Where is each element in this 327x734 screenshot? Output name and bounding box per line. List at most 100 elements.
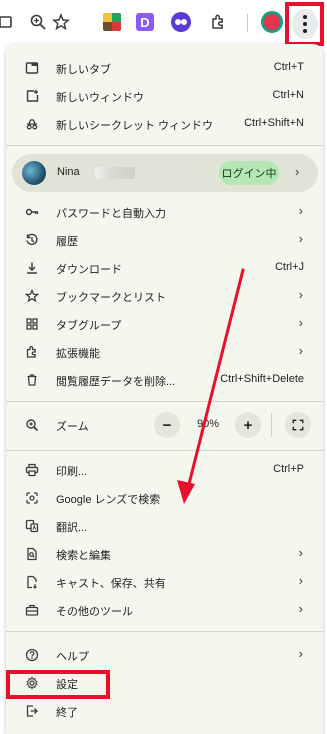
chevron-right-icon: › — [295, 164, 300, 179]
menu-item-downloads[interactable]: ダウンロード Ctrl+J — [6, 256, 323, 280]
zoom-out-button[interactable]: − — [154, 412, 180, 438]
find-doc-icon — [24, 546, 40, 562]
menu-item-clear-data[interactable]: 閲覧履歴データを削除... Ctrl+Shift+Delete — [6, 368, 323, 392]
zoom-row: ズーム − 90% + — [6, 409, 323, 441]
menu-item-incognito[interactable]: 新しいシークレット ウィンドウ Ctrl+Shift+N — [6, 112, 323, 136]
chevron-right-icon: › — [298, 646, 303, 661]
chevron-right-icon: › — [298, 601, 303, 616]
history-label: 履歴 — [56, 236, 78, 248]
menu-item-lens[interactable]: Google レンズで検索 — [6, 486, 323, 510]
download-icon — [24, 260, 40, 276]
incognito-icon — [24, 116, 40, 132]
profile-row[interactable]: Nina ログイン中 › — [12, 154, 318, 192]
menu-item-new-window[interactable]: 新しいウィンドウ Ctrl+N — [6, 84, 323, 108]
menu-item-new-tab[interactable]: 新しいタブ Ctrl+T — [6, 56, 323, 80]
downloads-label: ダウンロード — [56, 264, 122, 276]
extensions-label: 拡張機能 — [56, 348, 100, 360]
print-icon — [24, 462, 40, 478]
profile-icon[interactable] — [261, 11, 283, 33]
menu-item-bookmarks[interactable]: ブックマークとリスト › — [6, 284, 323, 308]
clear-data-label: 閲覧履歴データを削除... — [56, 376, 176, 388]
toolbox-icon — [24, 602, 40, 618]
chevron-right-icon: › — [298, 203, 303, 218]
grid-icon — [24, 316, 40, 332]
lens-label: Google レンズで検索 — [56, 494, 161, 506]
help-label: ヘルプ — [56, 651, 89, 663]
divider — [6, 450, 323, 451]
avatar — [22, 161, 46, 185]
print-shortcut: Ctrl+P — [273, 463, 304, 475]
zoom-value: 90% — [197, 418, 220, 430]
new-tab-icon — [24, 60, 40, 76]
divider — [6, 631, 323, 632]
divider — [6, 145, 323, 146]
clear-data-shortcut: Ctrl+Shift+Delete — [220, 373, 304, 385]
profile-name-redacted — [95, 167, 135, 179]
trash-icon — [24, 372, 40, 388]
puzzle-icon — [24, 344, 40, 360]
browser-toolbar: D — [0, 0, 327, 46]
extension-multicolor-icon[interactable] — [103, 13, 121, 31]
zoom-label: ズーム — [56, 421, 89, 433]
incognito-shortcut: Ctrl+Shift+N — [244, 117, 304, 129]
new-window-label: 新しいウィンドウ — [56, 92, 144, 104]
new-tab-shortcut: Ctrl+T — [273, 61, 304, 73]
cast-label: キャスト、保存、共有 — [56, 578, 166, 590]
new-window-icon — [24, 88, 40, 104]
chevron-right-icon: › — [298, 573, 303, 588]
chrome-menu: 新しいタブ Ctrl+T 新しいウィンドウ Ctrl+N 新しいシークレット ウ… — [6, 44, 323, 734]
new-window-shortcut: Ctrl+N — [272, 89, 304, 101]
highlight-box-menu — [285, 2, 324, 46]
print-label: 印刷... — [56, 466, 88, 478]
tab-stack-icon[interactable] — [0, 8, 20, 36]
menu-item-find-edit[interactable]: 検索と編集 › — [6, 542, 323, 566]
tab-groups-label: タブグループ — [56, 320, 122, 332]
downloads-shortcut: Ctrl+J — [274, 261, 304, 273]
puzzle-icon[interactable] — [204, 8, 232, 36]
star-icon[interactable] — [47, 8, 75, 36]
zoom-separator — [271, 413, 272, 437]
menu-item-exit[interactable]: 終了 — [6, 699, 323, 723]
fullscreen-icon — [292, 419, 304, 431]
highlight-box-settings — [6, 670, 110, 699]
history-icon — [24, 232, 40, 248]
menu-item-passwords[interactable]: パスワードと自動入力 › — [6, 200, 323, 224]
passwords-label: パスワードと自動入力 — [56, 208, 166, 220]
more-tools-label: その他のツール — [56, 606, 133, 618]
chevron-right-icon: › — [298, 287, 303, 302]
bookmarks-label: ブックマークとリスト — [56, 292, 166, 304]
new-tab-label: 新しいタブ — [56, 64, 111, 76]
menu-item-print[interactable]: 印刷... Ctrl+P — [6, 458, 323, 482]
translate-icon — [24, 518, 40, 534]
zoom-in-button[interactable]: + — [235, 412, 261, 438]
incognito-label: 新しいシークレット ウィンドウ — [56, 120, 214, 132]
zoom-icon — [24, 417, 40, 433]
key-icon — [24, 204, 40, 220]
profile-name: Nina — [57, 166, 80, 178]
extension-face-icon[interactable] — [171, 12, 191, 32]
help-icon — [24, 647, 40, 663]
menu-item-history[interactable]: 履歴 › — [6, 228, 323, 252]
fullscreen-button[interactable] — [285, 412, 311, 438]
menu-item-extensions[interactable]: 拡張機能 › — [6, 340, 323, 364]
chevron-right-icon: › — [298, 231, 303, 246]
exit-label: 終了 — [56, 707, 78, 719]
translate-label: 翻訳... — [56, 522, 88, 534]
extension-d-icon[interactable]: D — [136, 13, 154, 31]
menu-item-tab-groups[interactable]: タブグループ › — [6, 312, 323, 336]
chevron-right-icon: › — [298, 315, 303, 330]
menu-item-cast[interactable]: キャスト、保存、共有 › — [6, 570, 323, 594]
menu-item-help[interactable]: ヘルプ › — [6, 643, 323, 667]
menu-item-translate[interactable]: 翻訳... — [6, 514, 323, 538]
divider — [6, 401, 323, 402]
lens-icon — [24, 490, 40, 506]
chevron-right-icon: › — [298, 545, 303, 560]
star-outline-icon — [24, 288, 40, 304]
toolbar-separator — [247, 14, 248, 32]
signed-in-badge: ログイン中 — [219, 161, 279, 185]
exit-icon — [24, 703, 40, 719]
chevron-right-icon: › — [298, 343, 303, 358]
find-edit-label: 検索と編集 — [56, 550, 111, 562]
menu-item-more-tools[interactable]: その他のツール › — [6, 598, 323, 622]
cast-save-icon — [24, 574, 40, 590]
